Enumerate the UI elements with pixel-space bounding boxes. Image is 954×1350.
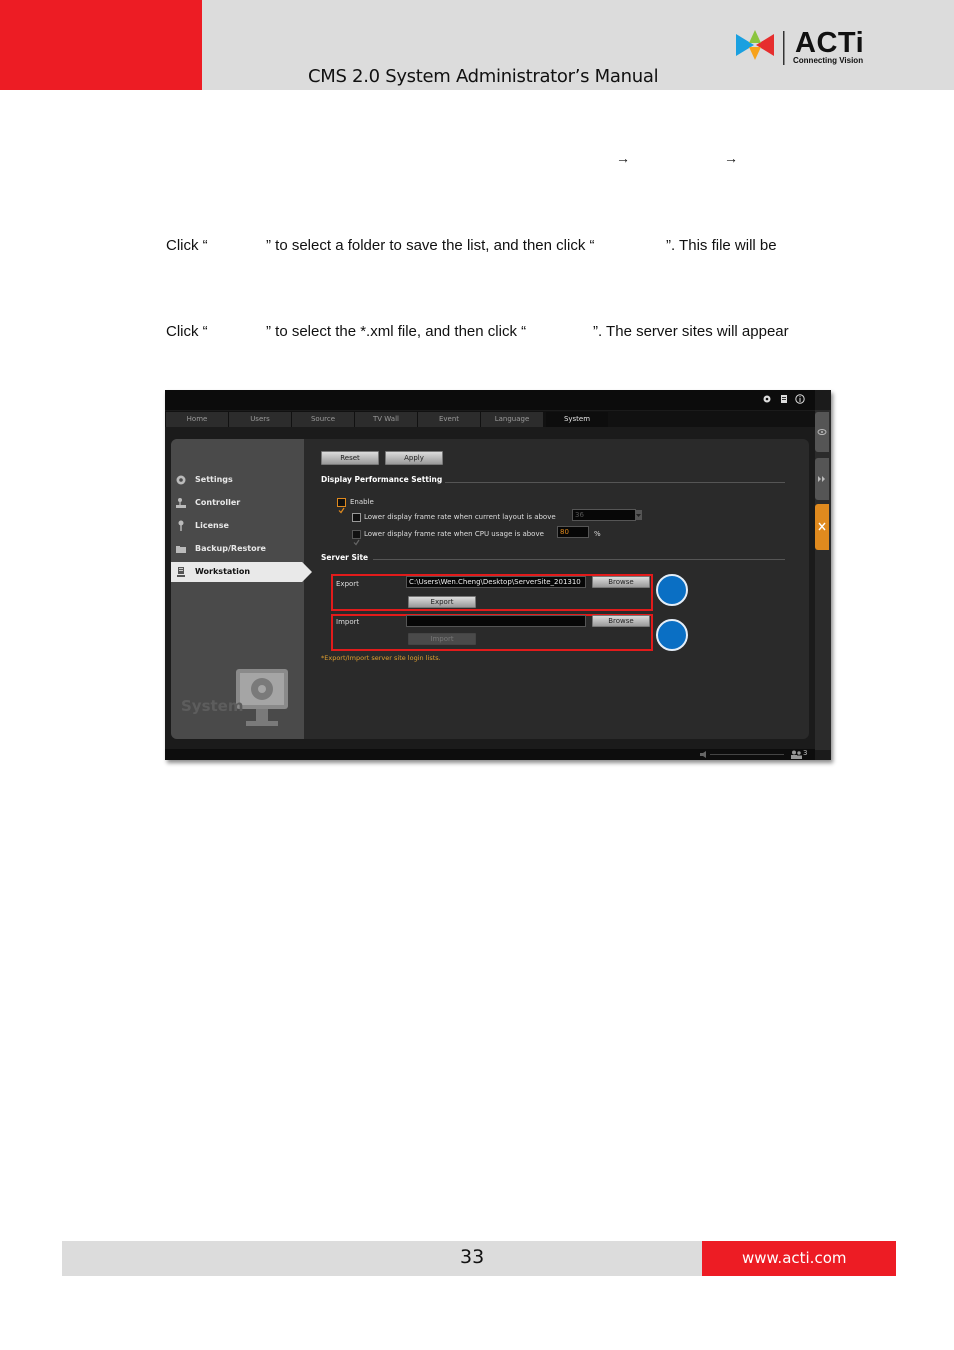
divider <box>445 482 785 483</box>
export-browse-button[interactable]: Browse <box>592 576 650 588</box>
export-sentence-middle: ” to select a folder to save the list, a… <box>266 237 595 254</box>
arrow-icon: → <box>724 150 738 166</box>
enable-checkbox[interactable] <box>337 498 346 514</box>
user-count: 3 <box>803 749 808 757</box>
side-tab-view[interactable] <box>815 412 829 452</box>
server-site-note: *Export/Import server site login lists. <box>321 654 441 662</box>
logo-tagline: Connecting Vision <box>793 56 864 65</box>
sidebar-item-label: Backup/Restore <box>195 544 266 553</box>
divider <box>373 559 785 560</box>
sidebar-item-label: Workstation <box>195 567 251 576</box>
sidebar-footer-label: System <box>181 697 244 715</box>
sidebar-item-controller[interactable]: Controller <box>175 493 305 513</box>
enable-label: Enable <box>350 498 374 506</box>
export-path-input[interactable]: C:\Users\Wen.Cheng\Desktop\ServerSite_20… <box>406 576 586 588</box>
volume-slider[interactable] <box>700 751 784 758</box>
workstation-icon <box>177 566 185 577</box>
frame-rate-select[interactable]: 36 <box>572 509 636 521</box>
sidebar-item-label: Settings <box>195 475 233 484</box>
import-path-input[interactable] <box>406 615 586 627</box>
apply-button[interactable]: Apply <box>385 451 443 465</box>
import-button[interactable]: Import <box>408 633 476 645</box>
info-icon[interactable] <box>795 394 805 404</box>
server-site-heading: Server Site <box>321 553 369 562</box>
sidebar-item-backup-restore[interactable]: Backup/Restore <box>175 539 305 559</box>
folder-icon <box>176 545 186 553</box>
eye-icon <box>817 429 827 435</box>
sidebar-item-label: License <box>195 521 229 530</box>
import-sentence-middle: ” to select the *.xml file, and then cli… <box>266 323 527 340</box>
users-icon <box>791 750 802 759</box>
callout-marker-2 <box>656 619 688 651</box>
arrow-icon: → <box>616 150 630 166</box>
import-sentence-end: ”. The server sites will appear <box>593 323 789 340</box>
cms-screenshot: Home Users Source TV Wall Event Language… <box>165 390 831 760</box>
sidebar-item-workstation[interactable]: Workstation <box>171 562 312 582</box>
cpu-unit: % <box>594 530 601 538</box>
export-label: Export <box>336 580 359 588</box>
import-browse-button[interactable]: Browse <box>592 615 650 627</box>
tab-tv-wall[interactable]: TV Wall <box>355 412 418 427</box>
header-red-block <box>0 0 202 90</box>
export-button[interactable]: Export <box>408 596 476 608</box>
tools-icon <box>818 522 826 531</box>
document-icon[interactable] <box>779 394 789 404</box>
export-sentence-start: Click “ <box>166 237 208 254</box>
fast-forward-icon <box>818 476 825 482</box>
tab-system[interactable]: System <box>546 412 609 427</box>
check-icon <box>353 539 360 546</box>
callout-marker-1 <box>656 574 688 606</box>
sidebar-item-settings[interactable]: Settings <box>175 470 305 490</box>
import-label: Import <box>336 618 360 626</box>
cpu-usage-input[interactable]: 80 <box>557 526 589 538</box>
check-icon <box>338 507 345 514</box>
frame-rate-label: Lower display frame rate when current la… <box>364 513 556 521</box>
page-number: 33 <box>460 1246 485 1268</box>
tab-source[interactable]: Source <box>292 412 355 427</box>
footer-bar <box>62 1241 702 1276</box>
display-performance-heading: Display Performance Setting <box>321 475 443 484</box>
side-tab-playback[interactable] <box>815 458 829 500</box>
gear-icon <box>176 475 186 484</box>
tab-event[interactable]: Event <box>418 412 481 427</box>
footer-url: www.acti.com <box>742 1249 847 1267</box>
reset-button[interactable]: Reset <box>321 451 379 465</box>
frame-rate-checkbox[interactable] <box>352 513 361 522</box>
tab-users[interactable]: Users <box>229 412 292 427</box>
tab-home[interactable]: Home <box>166 412 229 427</box>
cpu-usage-label: Lower display frame rate when CPU usage … <box>364 530 544 538</box>
export-sentence-end: ”. This file will be <box>666 237 777 254</box>
cpu-usage-checkbox[interactable] <box>352 530 361 546</box>
joystick-icon <box>176 497 186 508</box>
key-icon <box>178 520 184 531</box>
top-toolbar <box>165 390 815 410</box>
manual-title: CMS 2.0 System Administrator’s Manual <box>308 66 659 87</box>
sidebar-item-label: Controller <box>195 498 241 507</box>
chevron-down-icon[interactable] <box>635 510 642 520</box>
sidebar-item-license[interactable]: License <box>175 516 305 536</box>
gear-icon[interactable] <box>762 394 772 404</box>
side-tab-setup[interactable] <box>815 504 829 550</box>
import-sentence-start: Click “ <box>166 323 208 340</box>
tab-language[interactable]: Language <box>481 412 544 427</box>
